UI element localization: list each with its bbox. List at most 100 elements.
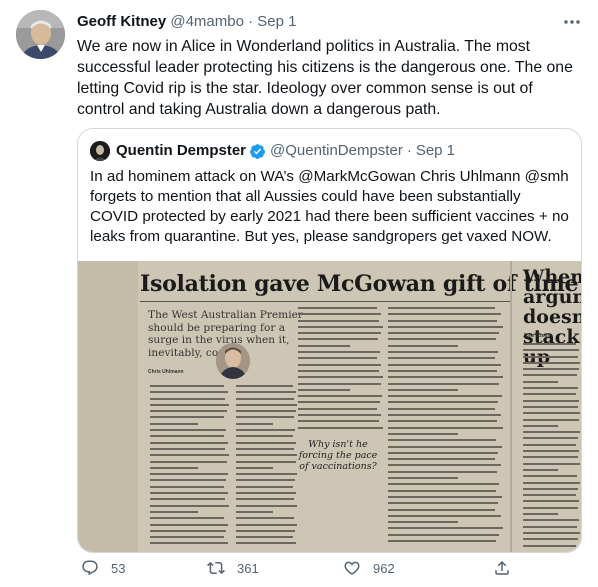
print-line <box>523 456 578 459</box>
print-line <box>523 424 558 427</box>
print-line <box>150 435 224 438</box>
verified-badge-icon <box>249 143 266 160</box>
print-line <box>236 397 295 400</box>
print-line <box>388 414 501 417</box>
author-handle[interactable]: @4mambo <box>170 13 244 30</box>
reply-icon <box>82 560 98 576</box>
print-line <box>523 431 580 434</box>
print-line <box>236 454 298 457</box>
print-line <box>523 487 579 490</box>
print-line <box>388 464 501 467</box>
print-line <box>388 351 499 354</box>
print-line <box>523 405 578 408</box>
print-line <box>523 519 579 522</box>
print-line <box>150 416 225 419</box>
print-line <box>523 349 580 352</box>
quoted-handle: @QuentinDempster <box>270 142 403 159</box>
article-body-column <box>236 385 298 549</box>
print-line <box>236 479 295 482</box>
print-line <box>523 387 579 390</box>
tweet-date[interactable]: Sep 1 <box>257 13 296 30</box>
side-article-body-column <box>523 343 581 551</box>
print-line <box>388 369 498 372</box>
print-line <box>523 368 579 371</box>
side-article-byline: Julie Szego <box>523 333 551 339</box>
print-line <box>388 313 501 316</box>
print-line <box>150 473 229 476</box>
print-line <box>236 510 274 513</box>
print-line <box>388 319 498 322</box>
print-line <box>150 498 226 501</box>
print-line <box>150 410 227 413</box>
print-line <box>150 460 227 463</box>
print-line <box>236 536 294 539</box>
avatar[interactable] <box>16 10 65 59</box>
print-line <box>388 470 498 473</box>
article-body-column <box>150 385 230 549</box>
article-headline: Isolation gave McGowan gift of time <box>140 271 579 297</box>
print-line <box>523 506 578 509</box>
print-line <box>388 445 502 448</box>
print-line <box>388 401 499 404</box>
print-line <box>298 420 379 423</box>
print-line <box>150 385 224 387</box>
print-line <box>150 510 198 513</box>
share-button[interactable] <box>493 558 523 578</box>
print-line <box>388 395 502 398</box>
print-line <box>150 523 229 526</box>
print-line <box>150 466 198 469</box>
print-line <box>236 485 294 488</box>
print-line <box>298 395 383 398</box>
print-line <box>388 502 499 505</box>
print-line <box>150 529 226 532</box>
print-line <box>150 391 228 394</box>
print-line <box>236 435 294 438</box>
print-line <box>236 542 297 545</box>
print-line <box>523 450 580 453</box>
author-name[interactable]: Geoff Kitney <box>77 13 166 30</box>
print-line <box>523 494 577 497</box>
tweet-text: We are now in Alice in Wonderland politi… <box>77 38 573 118</box>
print-line <box>523 437 579 440</box>
author-photo <box>216 343 250 379</box>
reply-count: 53 <box>111 560 126 576</box>
print-line <box>523 412 581 415</box>
print-line <box>298 351 380 354</box>
print-line <box>150 429 226 432</box>
quoted-tweet[interactable]: Quentin Dempster @QuentinDempster · Sep … <box>77 128 582 553</box>
print-line <box>523 513 558 516</box>
like-count: 962 <box>373 560 395 576</box>
print-line <box>298 307 378 309</box>
print-line <box>236 473 297 476</box>
print-line <box>150 403 230 406</box>
print-line <box>298 369 379 372</box>
print-line <box>150 479 226 482</box>
print-line <box>388 527 503 530</box>
more-icon[interactable] <box>562 12 582 32</box>
print-line <box>236 529 295 532</box>
print-line <box>150 536 224 539</box>
retweet-icon <box>207 561 225 575</box>
print-line <box>150 441 228 444</box>
print-line <box>388 458 495 461</box>
like-button[interactable]: 962 <box>343 558 395 578</box>
retweet-button[interactable]: 361 <box>207 558 259 578</box>
print-line <box>523 343 577 345</box>
print-line <box>388 344 458 347</box>
print-line <box>236 410 296 413</box>
print-line <box>523 355 578 358</box>
print-line <box>236 403 298 406</box>
quoted-header: Quentin Dempster @QuentinDempster · Sep … <box>90 141 455 161</box>
newspaper-clipping-image[interactable]: Isolation gave McGowan gift of time The … <box>78 261 581 552</box>
print-line <box>388 332 500 335</box>
tweet-header: Geoff Kitney @4mambo · Sep 1 <box>77 12 582 32</box>
reply-button[interactable]: 53 <box>81 558 125 578</box>
print-line <box>236 460 296 463</box>
print-line <box>388 325 503 328</box>
print-line <box>523 531 580 534</box>
print-line <box>523 475 577 478</box>
print-line <box>388 382 500 385</box>
print-line <box>388 483 500 486</box>
page-margin <box>78 261 138 552</box>
quoted-date: Sep 1 <box>415 142 456 159</box>
